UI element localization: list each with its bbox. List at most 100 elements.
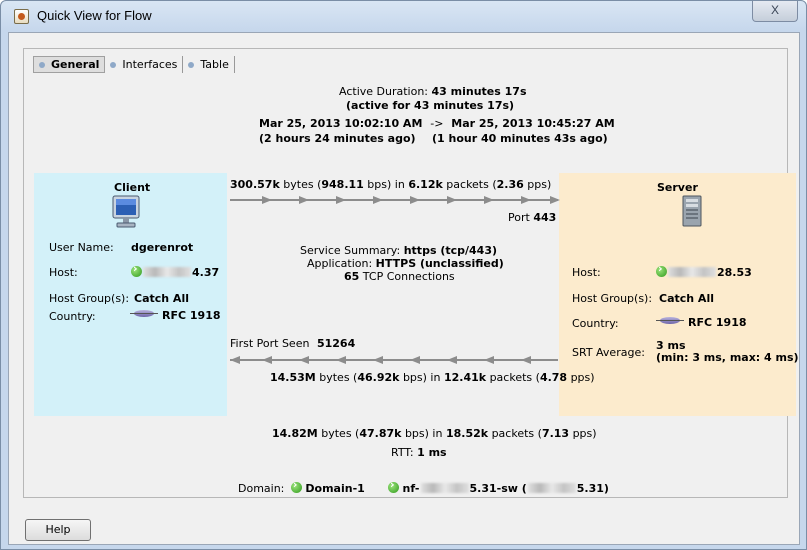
client-country-label: Country: — [49, 310, 96, 323]
help-button[interactable]: Help — [25, 519, 91, 541]
client-host-groups-label: Host Group(s): — [49, 292, 130, 305]
port-label: Port — [508, 211, 530, 224]
arrow-left-icon — [262, 356, 272, 364]
general-panel: General Interfaces Table Active Duration… — [23, 48, 799, 498]
server-host-groups: Catch All — [659, 292, 714, 305]
inbound-pps-text: pps) — [567, 371, 595, 384]
host-status-icon — [131, 262, 142, 277]
inbound-line — [230, 359, 558, 361]
total-packets-text: packets ( — [488, 427, 542, 440]
domain-status-icon — [290, 478, 302, 493]
outbound-traffic: 300.57k bytes (948.11 bps) in 6.12k pack… — [230, 178, 551, 192]
server-country-value: RFC 1918 — [688, 316, 747, 329]
total-pps: 7.13 — [541, 427, 570, 440]
client-panel: Client User Name: dgerenrot Host: 4.37 H… — [34, 173, 227, 416]
domain-name[interactable]: Domain-1 — [305, 482, 364, 495]
exporter-suffix: 5.31) — [576, 482, 609, 495]
client-host-label: Host: — [49, 266, 78, 279]
server-icon — [682, 195, 702, 227]
first-port-seen: First Port Seen 51264 — [230, 337, 355, 351]
inbound-bytes: 14.53M — [270, 371, 316, 384]
client-host[interactable]: 4.37 — [131, 262, 220, 279]
tab-interfaces[interactable]: Interfaces — [105, 56, 184, 73]
tab-general-label: General — [51, 58, 100, 71]
arrow-left-icon — [336, 356, 346, 364]
service-summary: Service Summary: https (tcp/443) — [300, 244, 497, 258]
arrow-left-icon — [447, 356, 457, 364]
arrow-left-icon — [230, 356, 240, 364]
redacted-ip — [420, 483, 469, 493]
inbound-bytes-text: bytes ( — [315, 371, 358, 384]
start-time-value: Mar 25, 2013 10:02:10 AM — [259, 117, 423, 130]
outbound-bytes-text: bytes ( — [279, 178, 322, 191]
tab-interfaces-label: Interfaces — [122, 58, 178, 71]
tcp-connections: 65 TCP Connections — [344, 270, 455, 284]
rtt: RTT: 1 ms — [391, 446, 447, 460]
inbound-bps-text: bps) in — [399, 371, 444, 384]
window-title: Quick View for Flow — [37, 8, 152, 23]
arrow-right-icon — [550, 196, 560, 204]
end-time-value: Mar 25, 2013 10:45:27 AM — [451, 117, 615, 130]
exporter-middle: 5.31-sw ( — [469, 482, 527, 495]
active-for: (active for 43 minutes 17s) — [346, 99, 515, 112]
client-host-suffix: 4.37 — [192, 266, 220, 279]
service-summary-value: https (tcp/443) — [403, 244, 498, 257]
server-host[interactable]: 28.53 — [656, 262, 752, 279]
client-user-name-label: User Name: — [49, 241, 114, 254]
server-host-suffix: 28.53 — [717, 266, 752, 279]
active-duration: Active Duration: 43 minutes 17s — [339, 85, 527, 99]
rtt-value: 1 ms — [417, 446, 447, 459]
server-srt-label: SRT Average: — [572, 346, 645, 359]
dialog-content: General Interfaces Table Active Duration… — [8, 32, 800, 545]
tab-dot-icon — [110, 61, 117, 68]
application-value: HTTPS (unclassified) — [375, 257, 504, 270]
arrow-left-icon — [484, 356, 494, 364]
server-country: RFC 1918 — [656, 316, 747, 329]
outbound-packets: 6.12k — [408, 178, 443, 191]
domain-label: Domain: — [238, 482, 285, 495]
arrow-left-icon — [373, 356, 383, 364]
server-country-label: Country: — [572, 317, 619, 330]
total-bytes: 14.82M — [272, 427, 318, 440]
inbound-bps: 46.92k — [357, 371, 400, 384]
tab-general[interactable]: General — [33, 56, 106, 73]
total-bytes-text: bytes ( — [317, 427, 360, 440]
application-label: Application: — [307, 257, 373, 270]
connections-text: TCP Connections — [359, 270, 455, 283]
outbound-pps: 2.36 — [496, 178, 524, 191]
java-app-icon — [14, 9, 29, 24]
tab-table[interactable]: Table — [183, 56, 235, 73]
tab-dot-icon — [188, 61, 195, 68]
redacted-ip — [527, 483, 576, 493]
arrow-right-icon — [373, 196, 383, 204]
inbound-traffic: 14.53M bytes (46.92k bps) in 12.41k pack… — [270, 371, 595, 385]
total-traffic: 14.82M bytes (47.87k bps) in 18.52k pack… — [272, 427, 597, 441]
client-user-name: dgerenrot — [131, 241, 194, 254]
arrow-right-icon — [262, 196, 272, 204]
title-bar[interactable]: Quick View for Flow X — [1, 1, 806, 31]
arrow-right-icon — [484, 196, 494, 204]
start-time: Mar 25, 2013 10:02:10 AM -> Mar 25, 2013… — [259, 117, 615, 131]
server-title: Server — [657, 181, 698, 194]
inbound-pps: 4.78 — [539, 371, 568, 384]
port-value: 443 — [533, 211, 557, 224]
total-pps-text: pps) — [569, 427, 597, 440]
server-host-label: Host: — [572, 266, 601, 279]
time-arrow: -> — [430, 117, 444, 130]
outbound-bytes: 300.57k — [230, 178, 280, 191]
arrow-right-icon — [521, 196, 531, 204]
rtt-label: RTT: — [391, 446, 414, 459]
router-icon — [130, 309, 158, 319]
end-ago: (1 hour 40 minutes 43s ago) — [432, 132, 608, 145]
application: Application: HTTPS (unclassified) — [307, 257, 504, 271]
outbound-bps-text: bps) in — [363, 178, 409, 191]
arrow-right-icon — [299, 196, 309, 204]
exporter[interactable]: nf- 5.31-sw (5.31) — [388, 478, 609, 496]
tab-strip: General Interfaces Table — [33, 56, 235, 73]
first-port-label: First Port Seen — [230, 337, 310, 350]
service-summary-label: Service Summary: — [300, 244, 401, 257]
client-country-value: RFC 1918 — [162, 309, 221, 322]
first-port-value: 51264 — [316, 337, 356, 350]
close-button[interactable]: X — [752, 1, 798, 22]
arrow-right-icon — [336, 196, 346, 204]
